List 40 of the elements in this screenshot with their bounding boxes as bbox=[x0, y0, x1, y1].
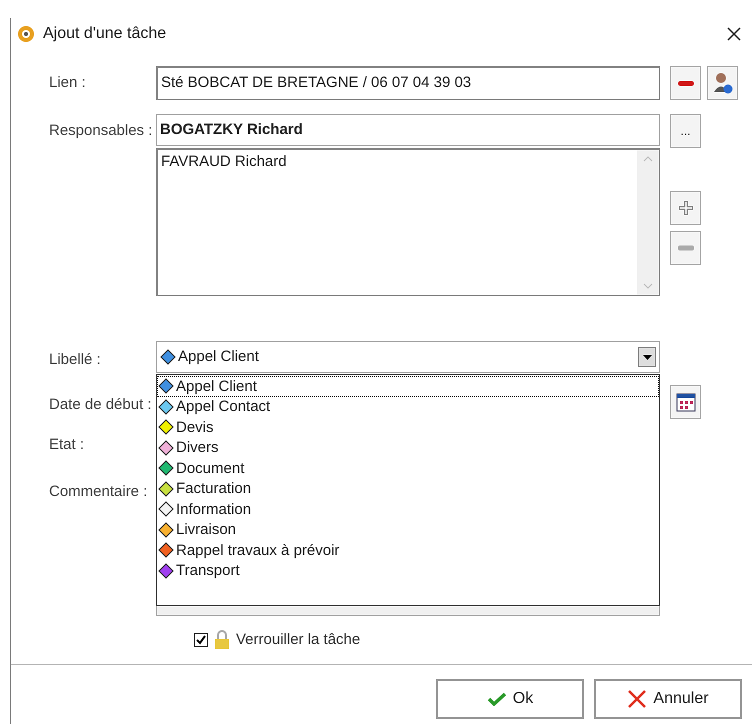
cancel-button[interactable]: Annuler bbox=[594, 678, 742, 718]
dropdown-option[interactable]: Appel Contact bbox=[157, 396, 659, 417]
person-info-icon bbox=[712, 72, 732, 94]
dropdown-option[interactable]: Appel Client bbox=[157, 376, 659, 396]
field-label: Date de début : bbox=[49, 394, 153, 414]
close-icon[interactable] bbox=[726, 26, 742, 42]
checkbox-label: Verrouiller la tâche bbox=[236, 630, 360, 650]
contact-info-button[interactable] bbox=[707, 66, 738, 100]
remove-button[interactable] bbox=[670, 66, 701, 100]
field-label: Responsables : bbox=[48, 121, 154, 141]
dropdown-option[interactable]: Information bbox=[157, 499, 659, 520]
ok-button[interactable]: Ok bbox=[436, 678, 584, 718]
dropdown-option[interactable]: Devis bbox=[157, 417, 659, 438]
calendar-icon bbox=[676, 392, 696, 412]
minus-icon bbox=[676, 245, 694, 251]
calendar-button[interactable] bbox=[670, 385, 701, 419]
plus-icon bbox=[676, 199, 694, 217]
gear-icon bbox=[17, 25, 35, 43]
dropdown-option[interactable]: Divers bbox=[157, 438, 659, 458]
dropdown-option[interactable]: Document bbox=[157, 458, 659, 478]
dropdown-option[interactable]: Livraison bbox=[157, 520, 659, 540]
field-label: Etat : bbox=[49, 435, 86, 455]
dropdown-option[interactable]: Transport bbox=[157, 560, 659, 581]
field-label: Libellé : bbox=[49, 350, 102, 370]
window-title: Ajout d'une tâche bbox=[43, 24, 166, 44]
close-icon bbox=[627, 688, 648, 708]
responsible-field[interactable]: BOGATZKY Richard bbox=[156, 114, 660, 146]
add-button[interactable] bbox=[670, 191, 701, 225]
libelle-dropdown[interactable]: Appel Client bbox=[156, 341, 660, 373]
lock-checkbox[interactable] bbox=[194, 633, 208, 648]
field-label: Commentaire : bbox=[49, 482, 148, 502]
dropdown-option[interactable]: Facturation bbox=[157, 478, 659, 499]
list-item[interactable]: FAVRAUD Richard bbox=[161, 151, 634, 174]
dropdown-option[interactable]: Rappel travaux à prévoir bbox=[157, 540, 659, 560]
more-button[interactable]: ... bbox=[670, 114, 701, 148]
responsible-list[interactable]: FAVRAUD Richard bbox=[156, 148, 660, 296]
field-label: Lien : bbox=[48, 72, 87, 93]
padlock-icon bbox=[214, 630, 230, 650]
checkmark-icon bbox=[486, 692, 507, 706]
link-field[interactable]: Sté BOBCAT DE BRETAGNE / 06 07 04 39 03 bbox=[156, 66, 660, 100]
